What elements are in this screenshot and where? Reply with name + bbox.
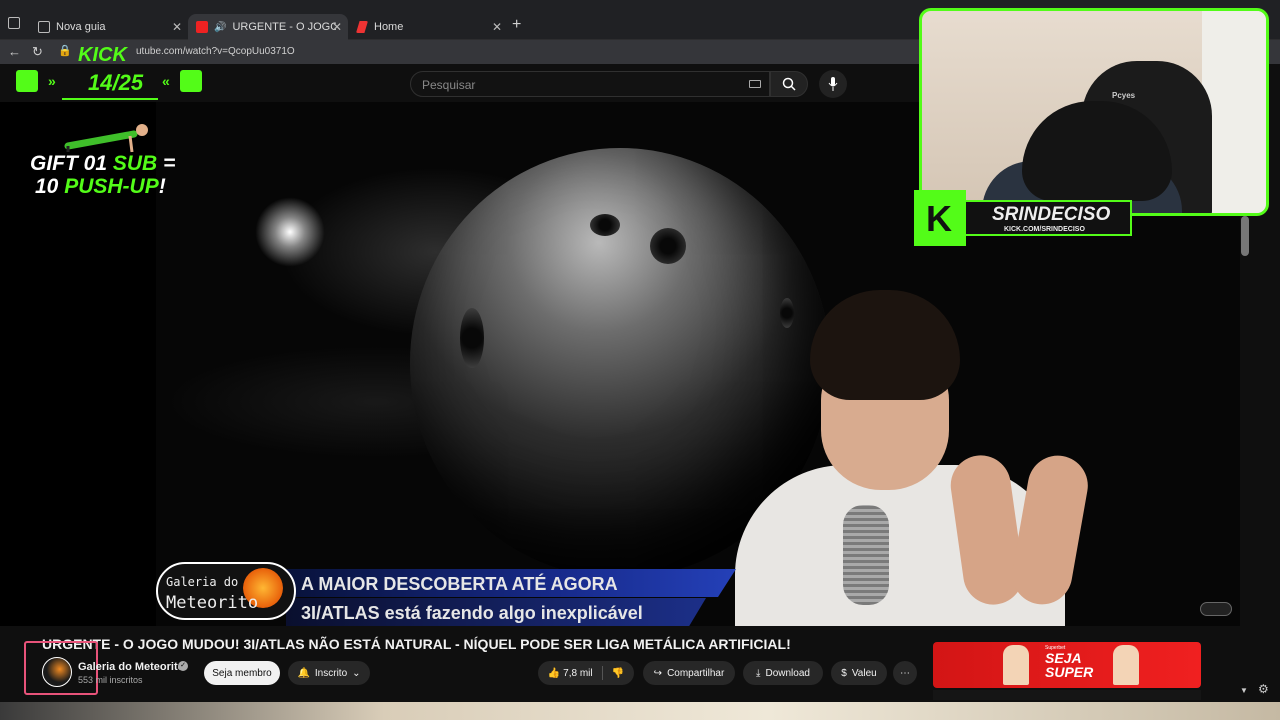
streamer-hair — [810, 290, 960, 400]
crater — [460, 308, 484, 368]
studio-microphone — [843, 505, 889, 605]
crater — [590, 214, 620, 236]
tab-youtube-video[interactable]: 🔊 URGENTE - O JOGO MUDOU ✕ — [188, 14, 348, 40]
join-label: Seja membro — [212, 667, 272, 679]
close-tab-icon[interactable]: ✕ — [172, 20, 182, 34]
close-tab-icon[interactable]: ✕ — [492, 20, 502, 34]
streamer-video-overlay — [735, 290, 1095, 626]
tab-label: Nova guia — [56, 21, 106, 33]
new-tab-icon[interactable]: + — [512, 16, 521, 34]
webcam-wall — [1202, 11, 1266, 213]
channel-avatar[interactable] — [42, 657, 72, 687]
voice-search-button[interactable] — [819, 70, 847, 98]
window-menu-icon[interactable] — [8, 17, 20, 29]
kick-favicon-icon — [356, 21, 368, 33]
more-actions-button[interactable]: ⋯ — [893, 661, 917, 685]
arrows-left-icon: « — [162, 73, 170, 89]
search-icon — [782, 77, 796, 91]
ad-person — [1113, 645, 1139, 685]
tab-label: Home — [374, 21, 404, 33]
download-icon: ⤓ — [756, 667, 761, 679]
bell-icon: 🔔 — [297, 667, 310, 679]
sponsored-ad-banner[interactable]: Superbet SEJA SUPER — [933, 642, 1201, 688]
speaker-icon[interactable]: 🔊 — [214, 22, 226, 33]
subscriber-count: 553 mil inscritos — [78, 675, 143, 685]
microphone-icon — [828, 77, 838, 91]
desktop-background-strip — [0, 702, 1280, 720]
overlay-subheadline: 3I/ATLAS está fazendo algo inexplicável — [301, 603, 643, 623]
share-label: Compartilhar — [667, 667, 725, 679]
download-button[interactable]: ⤓ Download — [743, 661, 823, 685]
close-tab-icon[interactable]: ✕ — [332, 20, 342, 34]
like-dislike-group: 👍 7,8 mil 👎 — [538, 661, 634, 685]
ad-headline: SEJA SUPER — [1045, 651, 1093, 679]
thanks-icon: $ — [841, 667, 847, 679]
search-placeholder: Pesquisar — [422, 78, 476, 92]
kick-goal-count: 14/25 — [88, 70, 144, 95]
chair-brand: Pcyes — [1112, 91, 1136, 100]
video-caption-overlay: A MAIOR DESCOBERTA ATÉ AGORA 3I/ATLAS es… — [156, 562, 756, 626]
settings-gear-icon[interactable]: ⚙ — [1258, 682, 1269, 696]
ad-word2: SUPER — [1045, 664, 1094, 680]
kick-sub-goal: KICK » 14/25 « — [10, 44, 210, 102]
newtab-icon — [38, 21, 50, 33]
search-input[interactable]: Pesquisar — [410, 71, 770, 97]
tab-home[interactable]: Home ✕ — [348, 14, 508, 40]
ad-footer — [933, 690, 1201, 700]
overlay-headline: A MAIOR DESCOBERTA ATÉ AGORA — [301, 574, 618, 594]
like-count: 7,8 mil — [563, 667, 593, 679]
kick-logo-icon — [914, 190, 966, 246]
like-button[interactable]: 👍 7,8 mil — [548, 668, 593, 679]
gift-sub: SUB — [112, 152, 158, 175]
download-label: Download — [765, 667, 810, 679]
logo-line1: Galeria do — [166, 575, 239, 589]
gift-equals: = — [163, 152, 176, 175]
pushup-count: 10 — [35, 175, 59, 198]
crater — [650, 228, 686, 264]
chevron-down-icon: ⌄ — [352, 667, 361, 679]
more-icon: ⋯ — [900, 667, 910, 679]
scroll-down-icon[interactable]: ▼ — [1240, 686, 1248, 695]
video-title: URGENTE - O JOGO MUDOU! 3I/ATLAS NÃO EST… — [42, 636, 791, 652]
join-button[interactable]: Seja membro — [204, 661, 280, 685]
logo-line2: Meteorito — [166, 593, 259, 613]
subscribed-button[interactable]: 🔔 Inscrito ⌄ — [288, 661, 370, 685]
streamer-name: SRINDECISO — [992, 204, 1111, 225]
tab-label: URGENTE - O JOGO MUDOU — [232, 21, 337, 33]
streamer-url: KICK.COM/SRINDECISO — [1004, 226, 1085, 233]
thanks-button[interactable]: $ Valeu — [831, 661, 887, 685]
goal-underline — [62, 98, 158, 100]
kick-goal-title: KICK — [78, 44, 127, 66]
gift-word: GIFT — [30, 152, 78, 175]
ad-person — [1003, 645, 1029, 685]
gift-exclaim: ! — [158, 175, 166, 198]
arrows-right-icon: » — [48, 73, 56, 89]
pushup-word: PUSH-UP — [64, 175, 159, 198]
dislike-button[interactable]: 👎 — [612, 668, 624, 679]
channel-name[interactable]: Galeria do Meteorito — [78, 661, 184, 673]
page-scrollbar[interactable] — [1241, 216, 1249, 256]
subscribed-label: Inscrito — [314, 667, 348, 679]
streamer-name-badge: SRINDECISO KICK.COM/SRINDECISO — [914, 190, 1132, 246]
youtube-icon — [196, 21, 208, 33]
tab-nova-guia[interactable]: Nova guia ✕ — [30, 14, 188, 40]
thanks-label: Valeu — [851, 667, 877, 679]
channel-watermark[interactable] — [1200, 602, 1232, 616]
gift-icon — [180, 70, 202, 92]
verified-icon: ✓ — [178, 661, 188, 671]
divider — [601, 666, 603, 680]
search-button[interactable] — [770, 71, 808, 97]
share-icon: ↪ — [653, 667, 663, 679]
keyboard-icon[interactable] — [749, 80, 761, 88]
gift-pushup-text: GIFT 01 SUB = 10 PUSH-UP! — [30, 152, 190, 198]
gift-count: 01 — [83, 152, 108, 175]
share-button[interactable]: ↪ Compartilhar — [643, 661, 735, 685]
galeria-meteorito-logo: Galeria do Meteorito — [156, 562, 296, 620]
streamer-webcam: Pcyes — [919, 8, 1269, 216]
gift-icon — [16, 70, 38, 92]
star-glow — [255, 197, 325, 267]
streamer-hand — [1007, 450, 1093, 610]
